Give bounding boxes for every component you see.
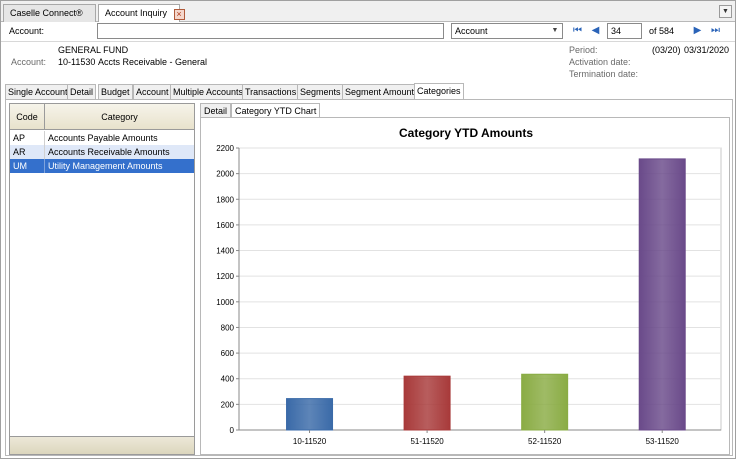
tab-detail-sub[interactable]: Detail xyxy=(200,103,232,118)
bar-chart: 0 200 400 600 800 1000 1200 1400 1600 1800 2000 220… xyxy=(216,144,722,446)
categories-panel: Code Category AP Accounts Payable Amount… xyxy=(5,99,733,456)
tab-label: Segments xyxy=(300,87,341,97)
account-number: 10-11530 xyxy=(58,57,96,67)
cell-category: Accounts Receivable Amounts xyxy=(48,147,170,157)
x-tick-label: 51-11520 xyxy=(410,437,444,446)
tab-label: Transactions xyxy=(245,87,297,97)
lookup-type-select[interactable]: Account ▼ xyxy=(451,23,563,39)
period-label: Period: xyxy=(569,45,598,55)
y-tick-label: 1800 xyxy=(216,195,234,204)
chevron-down-icon: ▼ xyxy=(551,27,559,34)
chart-panel: Category YTD Amounts 0 200 400 600 800 1000 12… xyxy=(200,117,730,455)
tab-label: Detail xyxy=(204,106,228,116)
last-record-icon[interactable]: ⏭ xyxy=(709,24,722,38)
bar xyxy=(638,158,686,431)
previous-record-icon[interactable]: ◀ xyxy=(589,24,602,38)
period-date: 03/31/2020 xyxy=(684,45,730,55)
cell-code: AP xyxy=(10,131,45,145)
termination-date-label: Termination date: xyxy=(569,69,639,79)
sub-tab-bar: Detail Category YTD Chart xyxy=(200,103,730,118)
y-tick-label: 200 xyxy=(221,400,235,409)
account-label: Account: xyxy=(9,26,45,36)
x-tick-label: 52-11520 xyxy=(528,437,562,446)
close-icon[interactable]: × xyxy=(173,9,185,20)
tab-label: Account Inquiry xyxy=(105,8,168,18)
tab-label: Category YTD Chart xyxy=(235,106,317,116)
x-tick-label: 53-11520 xyxy=(646,437,680,446)
tab-account[interactable]: Account xyxy=(133,84,172,99)
tab-detail[interactable]: Detail xyxy=(67,84,97,99)
table-row[interactable]: AP Accounts Payable Amounts xyxy=(10,131,194,145)
y-tick-label: 2200 xyxy=(216,144,234,153)
record-number-value: 34 xyxy=(611,26,622,36)
tab-segments[interactable]: Segments xyxy=(297,84,344,99)
cell-code: AR xyxy=(10,145,45,159)
account-info-header: GENERAL FUND Account: 10-11530 Accts Rec… xyxy=(1,42,735,84)
y-tick-label: 400 xyxy=(221,375,235,384)
cell-category: Utility Management Amounts xyxy=(48,161,163,171)
grid-header: Code Category xyxy=(10,104,194,130)
tab-label: Detail xyxy=(70,87,94,97)
account-input[interactable] xyxy=(97,23,444,39)
bar xyxy=(286,398,334,431)
record-total: of 584 xyxy=(649,26,675,36)
x-tick-label: 10-11520 xyxy=(293,437,327,446)
tab-label: Single Account xyxy=(8,87,68,97)
y-tick-label: 800 xyxy=(221,323,235,332)
tab-caselle-connect[interactable]: Caselle Connect® xyxy=(3,4,96,22)
tab-account-inquiry[interactable]: Account Inquiry × xyxy=(98,4,185,23)
document-tab-bar: Caselle Connect® Account Inquiry × ▼ xyxy=(1,1,735,23)
column-header-category[interactable]: Category xyxy=(45,104,194,130)
column-header-code[interactable]: Code xyxy=(10,104,45,130)
tab-transactions[interactable]: Transactions xyxy=(242,84,300,99)
y-tick-label: 1000 xyxy=(216,298,234,307)
tab-single-account[interactable]: Single Account xyxy=(5,84,71,99)
y-tick-label: 600 xyxy=(221,349,235,358)
account-description: Accts Receivable - General xyxy=(98,57,208,67)
tab-label: Caselle Connect® xyxy=(10,8,83,18)
y-tick-label: 0 xyxy=(230,426,235,435)
activation-date-label: Activation date: xyxy=(569,57,631,67)
tab-label: Categories xyxy=(417,86,461,96)
y-tick-label: 2000 xyxy=(216,170,234,179)
record-number-input[interactable]: 34 xyxy=(607,23,642,39)
first-record-icon[interactable]: ⏮ xyxy=(571,24,584,38)
tab-label: Multiple Accounts xyxy=(173,87,244,97)
table-row[interactable]: UM Utility Management Amounts xyxy=(10,159,194,173)
y-tick-label: 1600 xyxy=(216,221,234,230)
tab-category-ytd-chart[interactable]: Category YTD Chart xyxy=(231,103,321,118)
y-tick-label: 1200 xyxy=(216,272,234,281)
y-tick-label: 1400 xyxy=(216,247,234,256)
tab-multiple-accounts[interactable]: Multiple Accounts xyxy=(170,84,247,99)
account-info-label: Account: xyxy=(11,57,47,67)
period-code: (03/20) xyxy=(652,45,681,55)
grid-footer xyxy=(10,436,194,454)
tab-label: Budget xyxy=(101,87,130,97)
cell-category: Accounts Payable Amounts xyxy=(48,133,158,143)
lookup-type-value: Account xyxy=(455,26,488,36)
fund-name: GENERAL FUND xyxy=(58,45,129,55)
tab-categories[interactable]: Categories xyxy=(414,83,464,99)
chevron-down-icon[interactable]: ▼ xyxy=(719,5,732,18)
tab-budget[interactable]: Budget xyxy=(98,84,133,99)
tab-label: Account xyxy=(136,87,169,97)
tab-label: Segment Amounts xyxy=(345,87,419,97)
cell-code: UM xyxy=(10,159,45,173)
account-toolbar: Account: Account ▼ ⏮ ◀ 34 of 584 ▶ ⏭ xyxy=(1,22,735,42)
tab-segment-amounts[interactable]: Segment Amounts xyxy=(342,84,422,99)
table-row[interactable]: AR Accounts Receivable Amounts xyxy=(10,145,194,159)
next-record-icon[interactable]: ▶ xyxy=(691,24,704,38)
bar xyxy=(403,375,451,431)
account-inquiry-window: Caselle Connect® Account Inquiry × ▼ Acc… xyxy=(0,0,736,459)
main-tab-bar: Single Account Detail Budget Account Mul… xyxy=(5,83,733,99)
category-grid: Code Category AP Accounts Payable Amount… xyxy=(9,103,195,455)
bar xyxy=(521,373,569,431)
